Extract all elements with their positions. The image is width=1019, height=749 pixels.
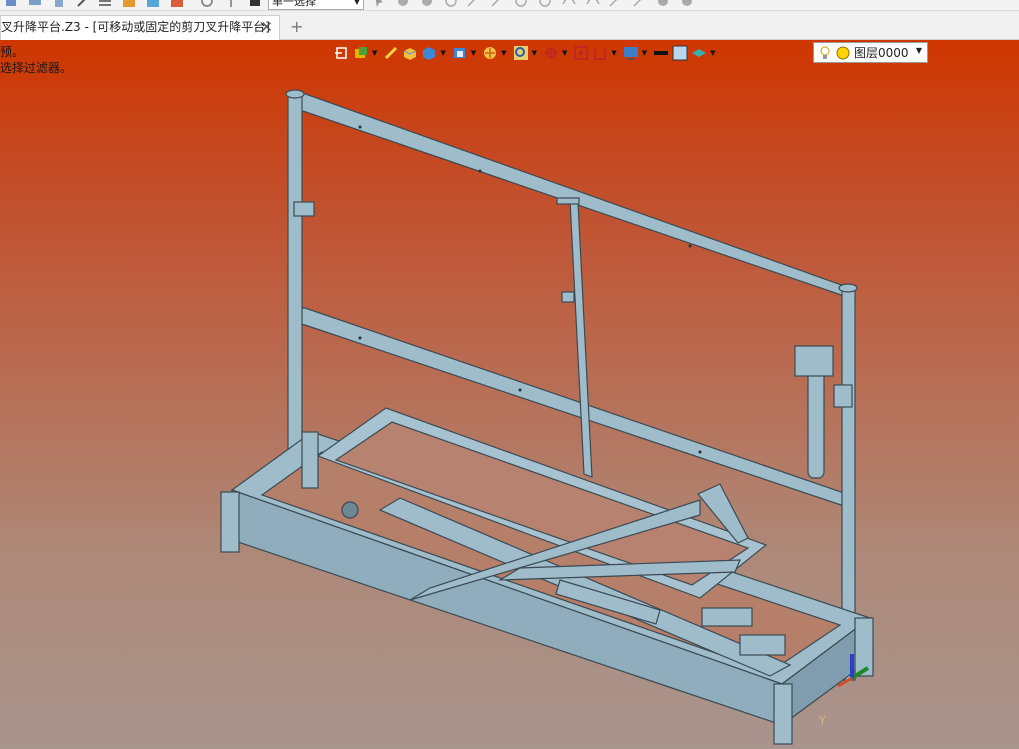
selection-mode-dropdown[interactable]: 单一选择 ▼ bbox=[268, 0, 364, 10]
report-icon[interactable] bbox=[146, 0, 160, 8]
filter-icon[interactable] bbox=[248, 0, 262, 8]
right-post-cap bbox=[838, 283, 858, 293]
shape-tool-icon[interactable] bbox=[656, 0, 670, 8]
line-tool-icon[interactable] bbox=[466, 0, 480, 8]
foot-back-right bbox=[854, 617, 874, 677]
foot-back-left bbox=[301, 431, 319, 489]
axis-icon[interactable] bbox=[52, 0, 66, 8]
left-post bbox=[287, 91, 303, 495]
add-tab-button[interactable]: + bbox=[290, 17, 303, 36]
pump-unit bbox=[701, 607, 753, 627]
shape2-tool-icon[interactable] bbox=[680, 0, 694, 8]
list-icon[interactable] bbox=[98, 0, 112, 8]
ribbon-toolbar: 单一选择 ▼ bbox=[0, 0, 1019, 11]
left-post-bracket bbox=[293, 201, 315, 217]
document-tab-title: 叉升降平台.Z3 - [可移动或固定的剪刀叉升降平台] bbox=[1, 20, 270, 34]
selection-mode-value: 单一选择 bbox=[272, 0, 316, 8]
scissor-lift-model[interactable]: Y bbox=[0, 40, 1019, 749]
left-post-cap bbox=[285, 89, 305, 99]
control-box bbox=[739, 634, 786, 656]
sketch-icon[interactable] bbox=[4, 0, 18, 8]
arrow-icon[interactable] bbox=[224, 0, 238, 8]
plane-icon[interactable] bbox=[28, 0, 42, 8]
chart-icon[interactable] bbox=[170, 0, 184, 8]
circle-tool-icon[interactable] bbox=[514, 0, 528, 8]
svg-text:Y: Y bbox=[818, 714, 826, 727]
foot-front-left bbox=[220, 491, 240, 553]
gear-tool-icon[interactable] bbox=[396, 0, 410, 8]
right-post-bracket bbox=[833, 384, 853, 408]
play-tool-icon[interactable] bbox=[420, 0, 434, 8]
pin-icon[interactable] bbox=[76, 0, 90, 8]
curve-tool-icon[interactable] bbox=[586, 0, 600, 8]
spline-tool-icon[interactable] bbox=[562, 0, 576, 8]
top-rail bbox=[291, 91, 851, 299]
trim-tool-icon[interactable] bbox=[608, 0, 622, 8]
3d-viewport[interactable]: 预。 选择过滤器。 ▼ ▼ ▼ ▼ ▼ ▼ ▼ ▼ ▼ 图层0000 ▼ Y bbox=[0, 40, 1019, 749]
paint-icon[interactable] bbox=[122, 0, 136, 8]
document-tab-bar: 叉升降平台.Z3 - [可移动或固定的剪刀叉升降平台] ✕ + bbox=[0, 11, 1019, 40]
center-bar-bracket bbox=[556, 197, 580, 205]
center-bar-clip bbox=[561, 291, 575, 303]
actuator-mount bbox=[794, 345, 834, 377]
arrow-tool-icon[interactable] bbox=[490, 0, 504, 8]
target-tool-icon[interactable] bbox=[444, 0, 458, 8]
caster-wheel bbox=[341, 501, 359, 519]
chevron-down-icon: ▼ bbox=[353, 0, 360, 6]
foot-front-right bbox=[773, 683, 793, 745]
select-tool-icon[interactable] bbox=[372, 0, 386, 8]
close-icon[interactable]: ✕ bbox=[260, 16, 273, 39]
dial-icon[interactable] bbox=[200, 0, 214, 8]
arc-tool-icon[interactable] bbox=[538, 0, 552, 8]
center-vertical-bar bbox=[569, 199, 593, 478]
extend-tool-icon[interactable] bbox=[632, 0, 646, 8]
document-tab[interactable]: 叉升降平台.Z3 - [可移动或固定的剪刀叉升降平台] ✕ bbox=[0, 15, 280, 40]
